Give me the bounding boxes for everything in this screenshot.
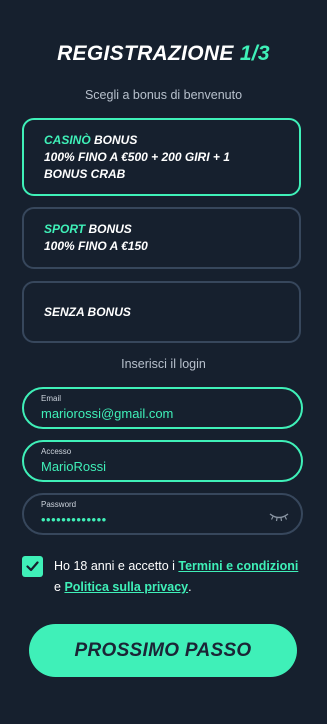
- eye-closed-icon[interactable]: [269, 509, 289, 527]
- bonus-option-none[interactable]: SENZA BONUS: [22, 281, 301, 343]
- password-label: Password: [41, 500, 77, 509]
- bonus-sport-heading: SPORT BONUS: [44, 221, 279, 238]
- password-field[interactable]: Password: [22, 493, 303, 535]
- bonus-sport-accent: SPORT: [44, 222, 86, 236]
- bonus-casino-offer-line1: 100% FINO A €500 + 200 GIRI + 1: [44, 149, 230, 164]
- bonus-sport-label: BONUS: [88, 222, 132, 236]
- bonus-none-label: SENZA BONUS: [44, 304, 131, 319]
- terms-link[interactable]: Termini e condizioni: [178, 559, 298, 573]
- consent-text-before: Ho 18 anni e accetto i: [54, 559, 179, 573]
- bonus-subtitle: Scegli a bonus di benvenuto: [84, 88, 243, 102]
- login-section-label: Inserisci il login: [121, 357, 206, 371]
- consent-text-after: .: [188, 580, 192, 594]
- bonus-casino-accent: CASINÒ: [44, 132, 91, 147]
- next-step-button[interactable]: PROSSIMO PASSO: [29, 624, 297, 677]
- password-input[interactable]: [41, 512, 271, 527]
- email-label: Email: [41, 394, 62, 403]
- bonus-option-casino[interactable]: CASINÒ BONUS 100% FINO A €500 + 200 GIRI…: [22, 118, 301, 196]
- bonus-casino-heading: CASINÒ BONUS: [44, 132, 279, 149]
- consent-row: Ho 18 anni e accetto i Termini e condizi…: [22, 556, 312, 598]
- consent-checkbox[interactable]: [22, 556, 43, 577]
- bonus-casino-label: BONUS: [94, 132, 138, 147]
- username-field[interactable]: Accesso: [22, 440, 303, 482]
- page-title: REGISTRAZIONE 1/3: [0, 42, 327, 66]
- consent-text-middle: e: [54, 580, 65, 594]
- consent-text: Ho 18 anni e accetto i Termini e condizi…: [54, 556, 298, 598]
- username-input[interactable]: [41, 459, 271, 474]
- step-indicator: 1/3: [239, 42, 270, 65]
- bonus-casino-offer-line2: BONUS CRAB: [44, 166, 126, 181]
- privacy-link[interactable]: Politica sulla privacy: [64, 580, 188, 594]
- bonus-option-sport[interactable]: SPORT BONUS 100% FINO A €150: [22, 207, 301, 269]
- checkmark-icon: [26, 561, 39, 572]
- bonus-sport-offer: 100% FINO A €150: [44, 239, 148, 253]
- email-field[interactable]: Email: [22, 387, 303, 429]
- username-label: Accesso: [41, 447, 72, 456]
- page-title-text: REGISTRAZIONE: [57, 42, 234, 65]
- email-input[interactable]: [41, 406, 271, 421]
